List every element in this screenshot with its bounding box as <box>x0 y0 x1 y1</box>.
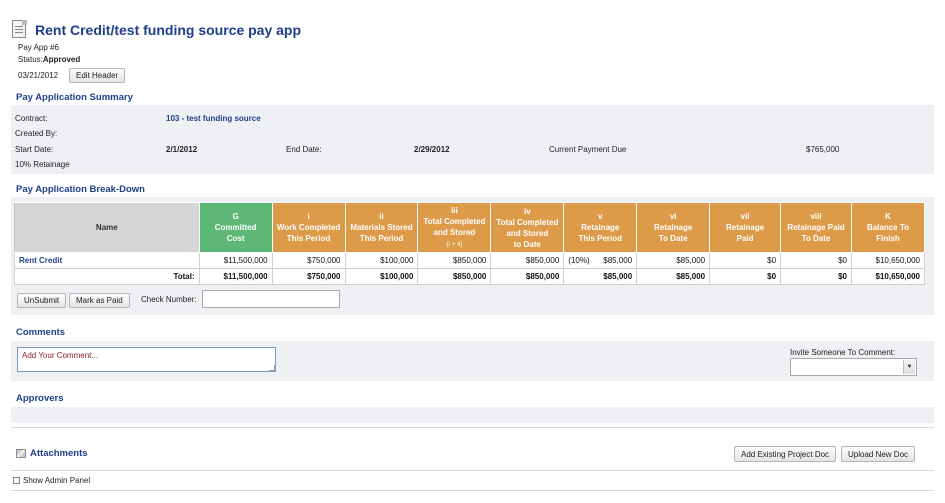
attachment-icon <box>16 449 26 458</box>
column-header-total-to-date: iv Total Completed and Stored to Date <box>490 202 565 253</box>
total-row: Total: $11,500,000 $750,000 $100,000 $85… <box>14 268 926 285</box>
divider <box>11 427 934 428</box>
created-by-label: Created By: <box>15 129 58 138</box>
contract-link[interactable]: 103 - test funding source <box>166 114 261 123</box>
total-work-completed: $750,000 <box>271 268 346 285</box>
retainage-period-value: $85,000 <box>603 256 633 265</box>
divider <box>11 490 934 491</box>
approvers-panel <box>11 407 934 423</box>
end-date-value: 2/29/2012 <box>414 145 450 154</box>
resize-grip-icon[interactable] <box>269 365 275 371</box>
row-name-link[interactable]: Rent Credit <box>14 252 200 269</box>
total-retainage-period: $85,000 <box>563 268 637 285</box>
total-retainage-to-date: $85,000 <box>636 268 710 285</box>
edit-header-button[interactable]: Edit Header <box>69 68 126 83</box>
cell-committed: $11,500,000 <box>198 252 273 269</box>
retainage-label: 10% Retainage <box>15 160 70 169</box>
column-header-balance-to-finish: K Balance To Finish <box>850 202 926 253</box>
show-admin-label[interactable]: Show Admin Panel <box>23 476 90 485</box>
show-admin-checkbox[interactable] <box>13 477 20 484</box>
document-icon <box>12 20 28 39</box>
current-payment-value: $765,000 <box>806 145 840 154</box>
invite-label: Invite Someone To Comment: <box>790 348 896 357</box>
total-retainage-paid: $0 <box>709 268 781 285</box>
column-header-retainage-paid-to-date: viii Retainage Paid To Date <box>780 202 852 253</box>
status-value: Approved <box>42 55 81 64</box>
summary-panel <box>11 105 934 174</box>
end-date-label: End Date: <box>286 145 322 154</box>
summary-section-title: Pay Application Summary <box>16 92 133 103</box>
retainage-percent: (10%) <box>568 256 590 265</box>
divider <box>11 470 934 471</box>
check-number-label: Check Number: <box>141 295 197 304</box>
cell-balance: $10,650,000 <box>850 252 926 269</box>
start-date-label: Start Date: <box>15 145 54 154</box>
comments-section-title: Comments <box>16 327 66 338</box>
total-balance: $10,650,000 <box>850 268 926 285</box>
upload-new-doc-button[interactable]: Upload New Doc <box>841 446 916 462</box>
table-row: Rent Credit $11,500,000 $750,000 $100,00… <box>14 252 926 269</box>
cell-retainage-paid: $0 <box>709 252 781 269</box>
column-header-retainage-to-date: vi Retainage To Date <box>636 202 711 253</box>
header-date: 03/21/2012 <box>18 71 59 80</box>
total-materials-stored: $100,000 <box>344 268 418 285</box>
cell-retainage-paid-to-date: $0 <box>780 252 852 269</box>
attachments-section-title: Attachments <box>30 448 88 459</box>
total-total-to-date: $850,000 <box>490 268 564 285</box>
breakdown-table: Name G Committed Cost i Work Completed This … <box>14 202 926 285</box>
contract-label: Contract: <box>15 114 48 123</box>
total-total-completed: $850,000 <box>417 268 491 285</box>
column-header-work-completed: i Work Completed This Period <box>271 202 346 253</box>
cell-work-completed: $750,000 <box>271 252 346 269</box>
column-header-name: Name <box>14 202 200 253</box>
mark-as-paid-button[interactable]: Mark as Paid <box>69 293 130 308</box>
status-label: Status: <box>18 55 43 64</box>
cell-total-completed: $850,000 <box>417 252 491 269</box>
column-header-committed-cost: G Committed Cost <box>198 202 273 253</box>
cell-retainage-to-date: $85,000 <box>636 252 710 269</box>
check-number-input[interactable] <box>202 290 340 308</box>
page-title: Rent Credit/test funding source pay app <box>35 21 302 38</box>
title-row: Rent Credit/test funding source pay app <box>12 20 301 39</box>
current-payment-label: Current Payment Due <box>549 145 627 154</box>
cell-total-to-date: $850,000 <box>490 252 564 269</box>
breakdown-header-row: Name G Committed Cost i Work Completed This … <box>14 202 926 253</box>
cell-materials-stored: $100,000 <box>344 252 418 269</box>
status-line: Status:Approved <box>18 55 80 64</box>
approvers-section-title: Approvers <box>16 393 64 404</box>
column-header-total-completed: iii Total Completed and Stored (i + ii) <box>417 202 492 253</box>
unsubmit-button[interactable]: UnSubmit <box>17 293 67 308</box>
column-header-materials-stored: ii Materials Stored This Period <box>344 202 419 253</box>
invite-select[interactable]: ▼ <box>790 358 917 376</box>
start-date-value: 2/1/2012 <box>166 145 198 154</box>
column-header-retainage-period: v Retainage This Period <box>563 202 638 253</box>
comment-input[interactable]: Add Your Comment... <box>17 347 276 372</box>
chevron-down-icon[interactable]: ▼ <box>903 360 915 374</box>
column-header-retainage-paid: vii Retainage Paid <box>709 202 782 253</box>
cell-retainage-period: (10%) $85,000 <box>563 252 637 269</box>
total-retainage-paid-to-date: $0 <box>780 268 852 285</box>
add-existing-doc-button[interactable]: Add Existing Project Doc <box>734 446 837 462</box>
total-committed: $11,500,000 <box>198 268 273 285</box>
pay-app-number: Pay App #6 <box>18 43 59 52</box>
total-label: Total: <box>14 268 200 285</box>
breakdown-section-title: Pay Application Break-Down <box>16 184 145 195</box>
